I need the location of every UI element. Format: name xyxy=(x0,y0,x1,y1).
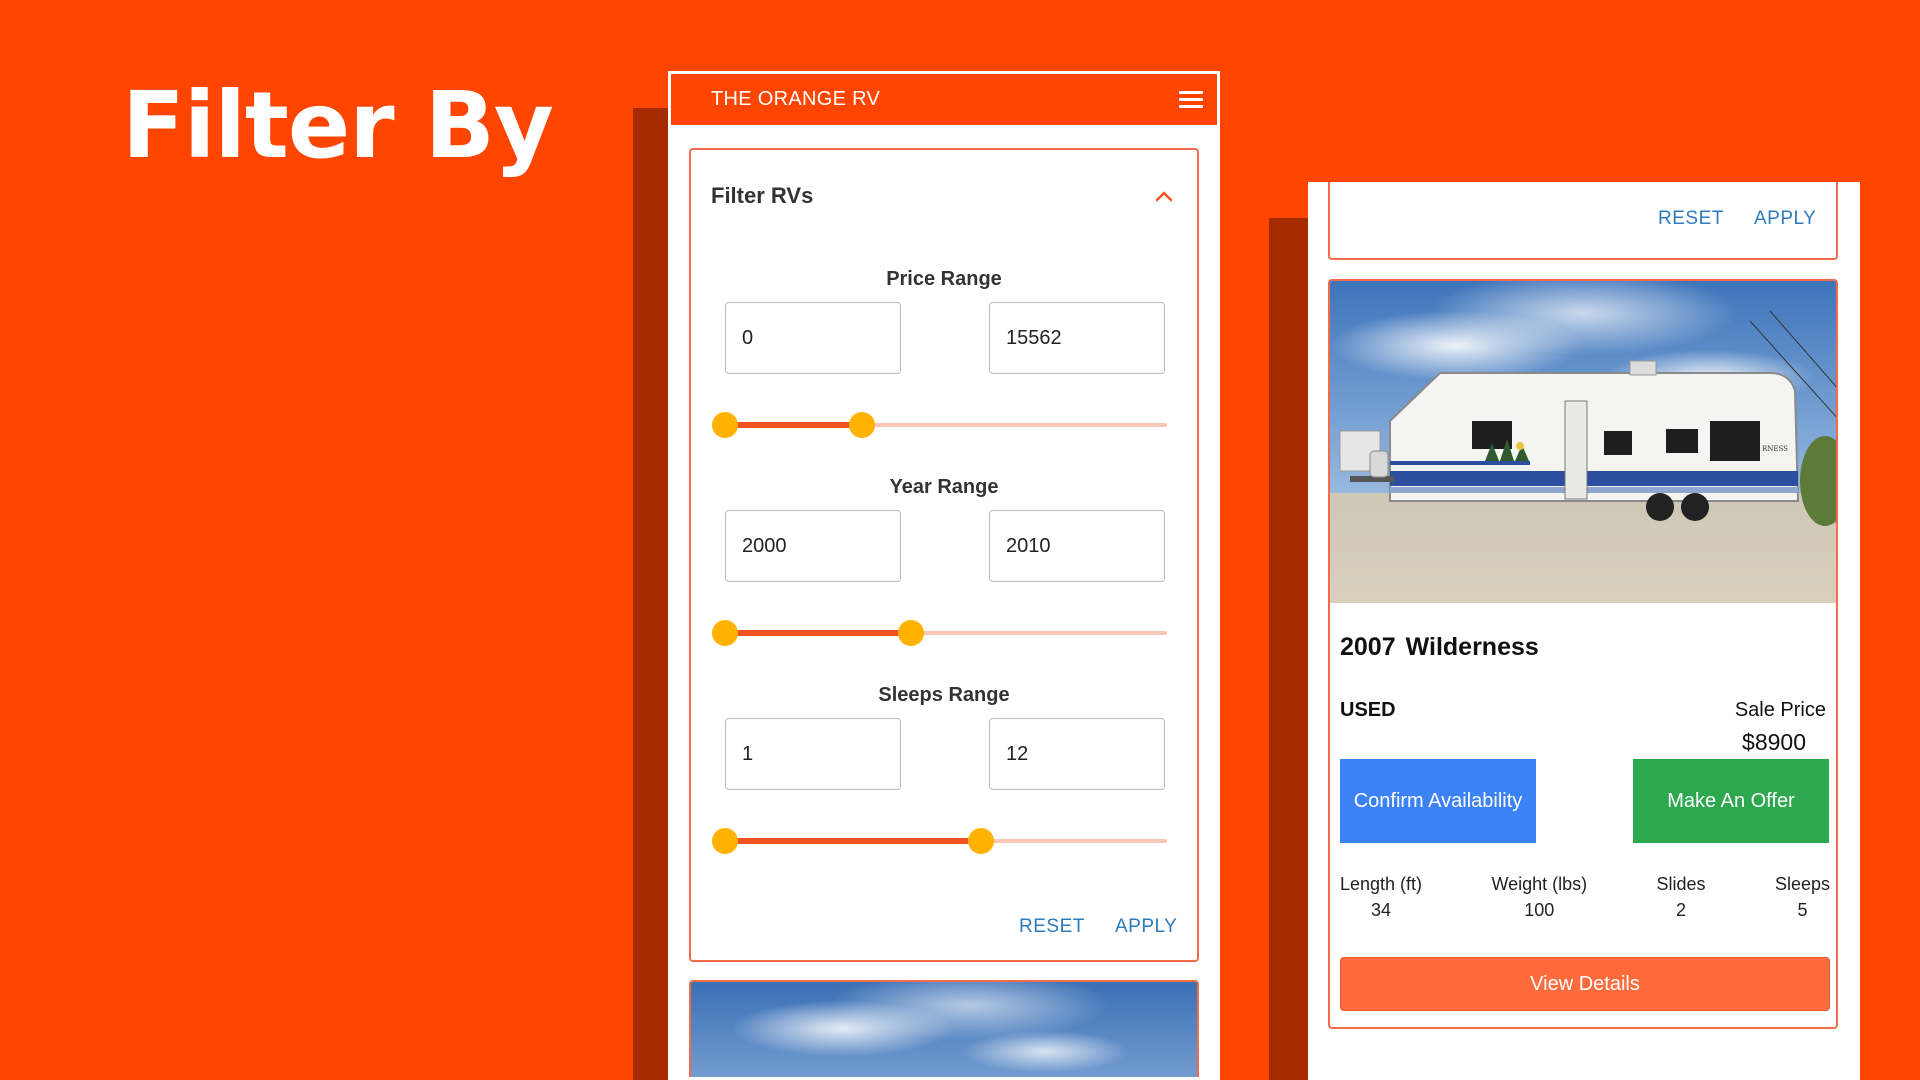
spec-slides: Slides 2 xyxy=(1657,871,1706,923)
sale-price-label: Sale Price xyxy=(1734,699,1826,721)
phone-shadow-left xyxy=(633,108,673,1080)
listing-card: RNESS 2007 Wilderness USED Sale Price $8… xyxy=(1328,279,1838,1029)
phone-shadow-right xyxy=(1269,218,1311,1080)
slider-thumb-max[interactable] xyxy=(897,620,924,646)
slider-track xyxy=(725,838,982,844)
filter-header[interactable]: Filter RVs xyxy=(691,150,1197,209)
phone-listing-screen: RESET APPLY RNESS 2007 Wilderness USED S… xyxy=(1308,182,1860,1080)
spec-list: Length (ft) 34 Weight (lbs) 100 Slides 2… xyxy=(1340,871,1830,923)
view-details-button[interactable]: View Details xyxy=(1340,957,1830,1011)
sleeps-min-input[interactable] xyxy=(725,718,901,790)
slider-thumb-min[interactable] xyxy=(712,620,738,646)
app-title[interactable]: THE ORANGE RV xyxy=(711,88,880,111)
year-min-input[interactable] xyxy=(725,510,901,582)
filter-panel: Filter RVs Price Range Year Range Sleeps… xyxy=(689,148,1199,962)
year-range-slider[interactable] xyxy=(712,618,1167,648)
apply-button[interactable]: APPLY xyxy=(1115,916,1177,938)
condition-badge: USED xyxy=(1340,699,1396,721)
spec-sleeps: Sleeps 5 xyxy=(1775,871,1830,923)
slider-thumb-min[interactable] xyxy=(712,412,738,438)
price-min-input[interactable] xyxy=(725,302,901,374)
sleeps-range-slider[interactable] xyxy=(712,826,1167,856)
make-offer-button[interactable]: Make An Offer xyxy=(1633,759,1829,843)
listing-title: 2007 Wilderness xyxy=(1340,633,1539,662)
spec-value: 100 xyxy=(1524,900,1555,920)
travel-trailer-illustration: RNESS xyxy=(1339,310,1836,526)
spec-weight: Weight (lbs) 100 xyxy=(1491,871,1587,923)
hero-title: Filter By xyxy=(122,72,554,179)
listing-name: Wilderness xyxy=(1405,633,1539,661)
slider-thumb-max[interactable] xyxy=(849,412,876,438)
filter-panel-collapsed: RESET APPLY xyxy=(1328,182,1838,260)
reset-button[interactable]: RESET xyxy=(1658,208,1724,230)
hamburger-menu-icon[interactable] xyxy=(1179,91,1203,108)
year-max-input[interactable] xyxy=(989,510,1165,582)
price-max-input[interactable] xyxy=(989,302,1165,374)
spec-label: Slides xyxy=(1656,874,1706,894)
apply-button[interactable]: APPLY xyxy=(1754,208,1816,230)
phone-filter-screen: THE ORANGE RV Filter RVs Price Range Yea… xyxy=(668,71,1220,1080)
slider-thumb-max[interactable] xyxy=(968,828,995,854)
price-range-label: Price Range xyxy=(886,268,1002,290)
spec-value: 5 xyxy=(1797,900,1808,920)
confirm-availability-button[interactable]: Confirm Availability xyxy=(1340,759,1536,843)
slider-track xyxy=(725,422,863,428)
rv-photo-partial xyxy=(691,982,1197,1077)
trailer-brand-text: RNESS xyxy=(1762,445,1788,453)
app-bar: THE ORANGE RV xyxy=(671,74,1217,125)
filter-title: Filter RVs xyxy=(711,183,814,208)
reset-button[interactable]: RESET xyxy=(1019,916,1085,938)
spec-value: 2 xyxy=(1676,900,1687,920)
listing-year: 2007 xyxy=(1340,633,1396,661)
spec-label: Weight (lbs) xyxy=(1491,874,1588,894)
price-range-slider[interactable] xyxy=(712,410,1167,440)
spec-value: 34 xyxy=(1371,900,1392,920)
listing-thumbnail[interactable] xyxy=(689,980,1199,1077)
rv-photo[interactable]: RNESS xyxy=(1330,281,1836,603)
year-range-label: Year Range xyxy=(889,476,999,498)
spec-length: Length (ft) 34 xyxy=(1340,871,1422,923)
sale-price-value: $8900 xyxy=(1742,729,1806,755)
slider-thumb-min[interactable] xyxy=(712,828,738,854)
spec-label: Sleeps xyxy=(1774,874,1830,894)
spec-label: Length (ft) xyxy=(1340,874,1423,894)
sleeps-range-label: Sleeps Range xyxy=(878,684,1010,706)
chevron-up-icon[interactable] xyxy=(1155,190,1173,202)
slider-track xyxy=(725,630,911,636)
sleeps-max-input[interactable] xyxy=(989,718,1165,790)
